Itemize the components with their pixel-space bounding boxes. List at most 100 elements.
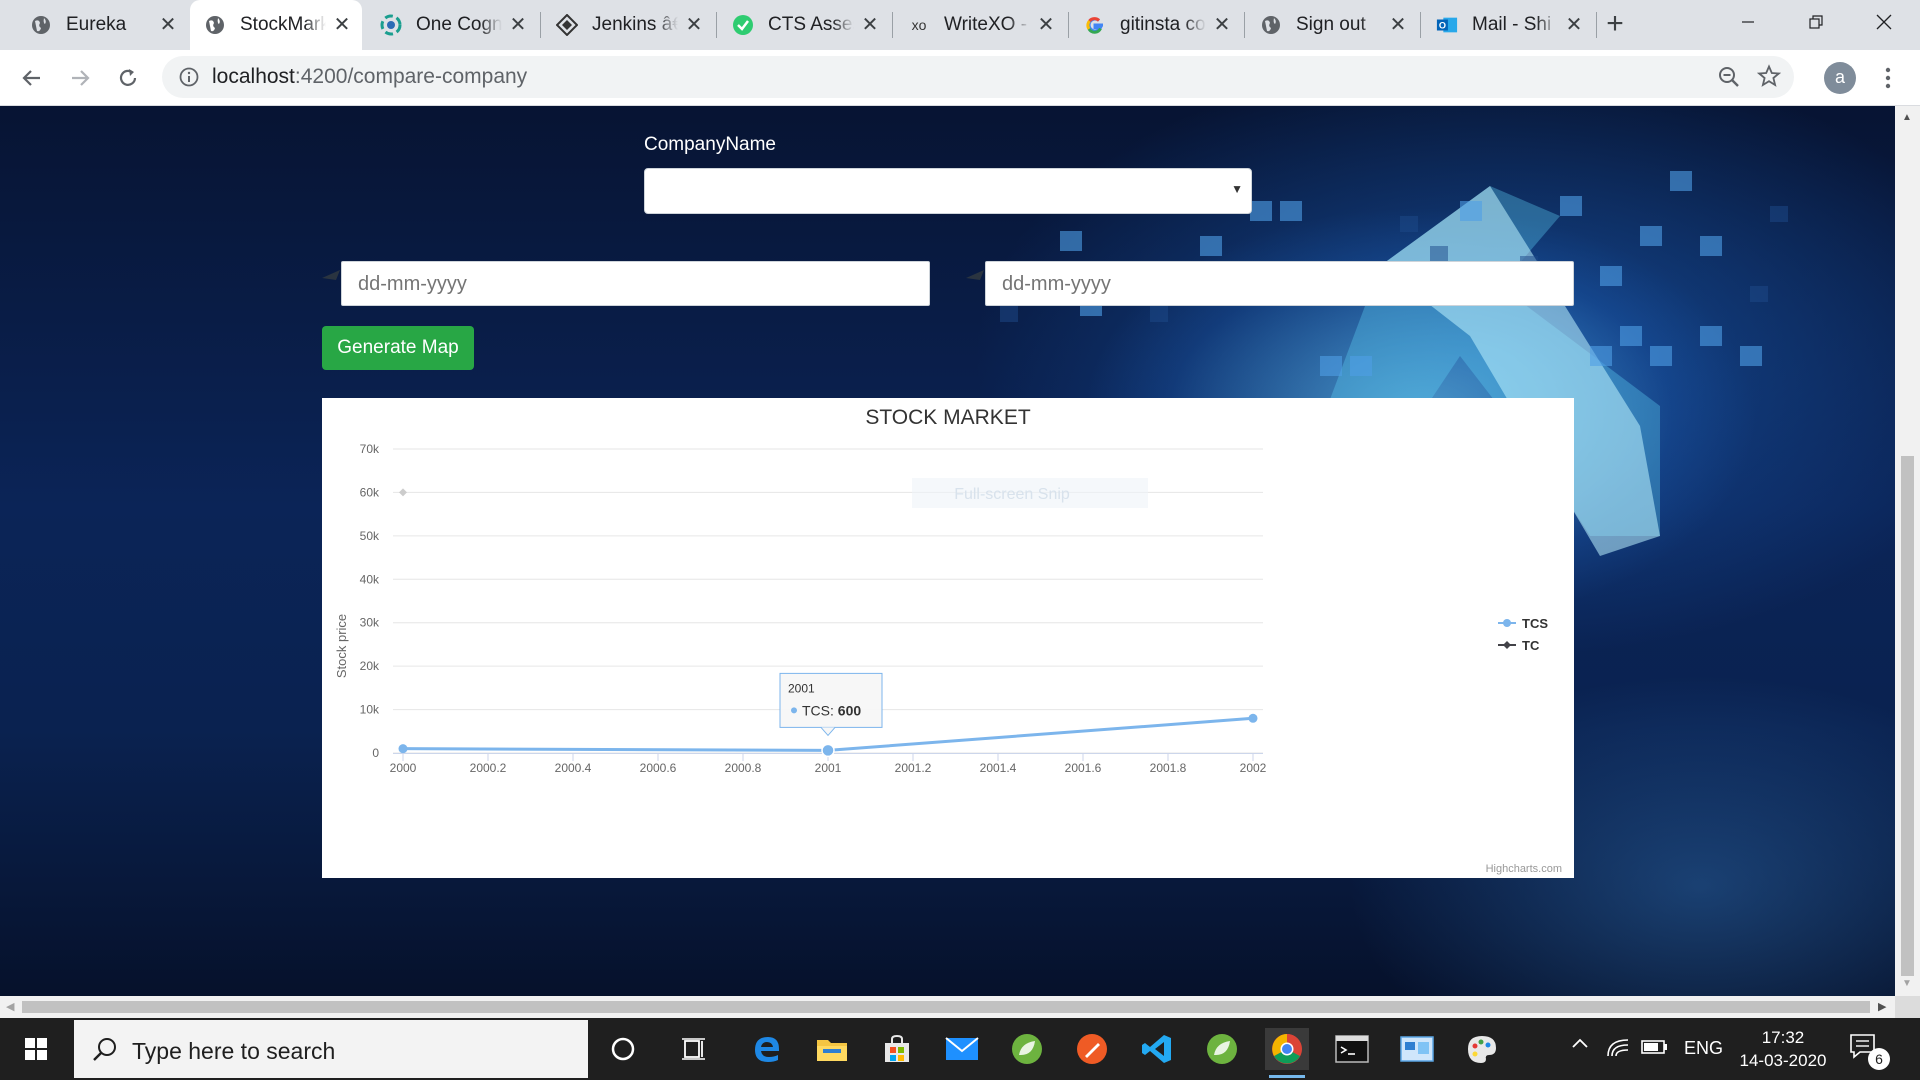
reload-button[interactable] <box>110 60 146 96</box>
tab-eureka[interactable]: Eureka ✕ <box>16 0 188 50</box>
calendar-icon <box>966 268 984 286</box>
menu-button[interactable] <box>1876 62 1900 94</box>
back-button[interactable] <box>14 60 50 96</box>
close-icon[interactable]: ✕ <box>1212 15 1232 35</box>
y-tick-label: 30k <box>360 616 380 630</box>
tooltip-series-value: TCS: 600 <box>802 702 861 718</box>
control-panel-button[interactable] <box>1395 1028 1439 1070</box>
tab-separator <box>1068 12 1069 38</box>
address-bar[interactable]: localhost:4200/compare-company <box>162 56 1794 98</box>
tab-sign-out[interactable]: Sign out ✕ <box>1246 0 1418 50</box>
active-indicator <box>1269 1075 1305 1078</box>
vertical-scrollbar[interactable]: ▲ ▼ <box>1895 106 1920 996</box>
close-icon[interactable]: ✕ <box>1564 15 1584 35</box>
minimize-button[interactable] <box>1718 0 1778 44</box>
close-icon[interactable]: ✕ <box>1388 15 1408 35</box>
search-icon <box>92 1036 118 1067</box>
tab-mail[interactable]: O Mail - Shi ✕ <box>1422 0 1594 50</box>
close-window-button[interactable] <box>1854 0 1914 44</box>
data-point-tc <box>399 488 407 497</box>
x-tick-label: 2000.8 <box>725 761 762 775</box>
generate-map-button[interactable]: Generate Map <box>322 326 474 370</box>
chrome-button[interactable] <box>1265 1028 1309 1078</box>
tab-title: Mail - Shi <box>1472 14 1552 35</box>
tab-jenkins[interactable]: Jenkins â€“ ✕ <box>542 0 714 50</box>
tab-separator <box>892 12 893 38</box>
scroll-left-icon[interactable]: ◀ <box>6 1000 14 1013</box>
store-button[interactable] <box>875 1028 919 1070</box>
action-center-button[interactable]: 6 <box>1848 1032 1892 1070</box>
scroll-up-icon[interactable]: ▲ <box>1902 112 1912 123</box>
close-icon[interactable]: ✕ <box>860 15 880 35</box>
star-icon[interactable] <box>1756 64 1782 93</box>
system-clock[interactable]: 17:32 14-03-2020 <box>1736 1026 1830 1072</box>
forward-button[interactable] <box>62 60 98 96</box>
vertical-scroll-thumb[interactable] <box>1901 456 1914 976</box>
postman-button[interactable] <box>1070 1028 1114 1070</box>
tab-separator <box>1420 12 1421 38</box>
browser-tab-strip: Eureka ✕ StockMarket ✕ One Cognizant ✕ J… <box>0 0 1920 50</box>
legend-marker <box>1503 641 1511 649</box>
chart-credits[interactable]: Highcharts.com <box>1486 863 1562 875</box>
x-tick-label: 2001.2 <box>895 761 932 775</box>
minimize-icon <box>1742 21 1754 23</box>
scroll-right-icon[interactable]: ▶ <box>1878 1000 1886 1013</box>
battery-icon[interactable] <box>1640 1036 1668 1063</box>
close-icon[interactable]: ✕ <box>158 15 178 35</box>
scroll-down-icon[interactable]: ▼ <box>1902 978 1912 989</box>
wifi-icon[interactable] <box>1606 1036 1630 1063</box>
spring-tool-button[interactable] <box>1005 1028 1049 1070</box>
cortana-icon <box>611 1037 635 1061</box>
page-content: CompanyName ▼ dd-mm-yyyy dd-mm-yyyy Gene… <box>0 106 1895 996</box>
close-icon[interactable]: ✕ <box>508 15 528 35</box>
edge-taskbar-button[interactable] <box>745 1028 789 1070</box>
horizontal-scrollbar[interactable]: ◀ ▶ <box>0 996 1895 1018</box>
close-icon[interactable]: ✕ <box>332 15 352 35</box>
terminal-icon <box>1335 1035 1369 1063</box>
horizontal-scroll-thumb[interactable] <box>22 1001 1870 1013</box>
data-point-tcs <box>398 744 408 754</box>
terminal-button[interactable] <box>1330 1028 1374 1070</box>
tray-expand-icon[interactable] <box>1570 1034 1590 1059</box>
tab-separator <box>540 12 541 38</box>
info-icon[interactable] <box>178 66 200 93</box>
task-view-button[interactable] <box>673 1028 717 1070</box>
chart-title: STOCK MARKET <box>865 406 1030 429</box>
taskbar-search[interactable]: Type here to search <box>74 1020 588 1078</box>
tab-one-cognizant[interactable]: One Cognizant ✕ <box>366 0 538 50</box>
tab-writexo[interactable]: xo WriteXO - ✕ <box>894 0 1066 50</box>
avatar[interactable]: a <box>1824 62 1856 94</box>
start-button[interactable] <box>0 1018 72 1080</box>
paint-button[interactable] <box>1460 1028 1504 1070</box>
to-date-input[interactable]: dd-mm-yyyy <box>985 261 1574 306</box>
cortana-button[interactable] <box>601 1028 645 1070</box>
x-tick-label: 2002 <box>1240 761 1267 775</box>
tab-title: StockMarket <box>240 14 326 35</box>
tab-cts-assessment[interactable]: CTS Assessment ✕ <box>718 0 890 50</box>
snip-watermark: Full-screen Snip <box>954 486 1070 503</box>
new-tab-button[interactable]: + <box>1600 9 1630 40</box>
tab-stockmarket[interactable]: StockMarket ✕ <box>190 0 362 50</box>
mail-button[interactable] <box>940 1028 984 1070</box>
outlook-icon: O <box>1436 14 1458 36</box>
tab-title: Eureka <box>66 14 127 35</box>
language-indicator[interactable]: ENG <box>1684 1038 1723 1059</box>
close-icon <box>1876 14 1892 30</box>
vscode-button[interactable] <box>1135 1028 1179 1070</box>
paint-palette-icon <box>1468 1036 1496 1063</box>
tab-gitinsta[interactable]: gitinsta com ✕ <box>1070 0 1242 50</box>
chrome-icon <box>1272 1034 1302 1064</box>
restore-button[interactable] <box>1786 0 1846 44</box>
spring-tool-button-2[interactable] <box>1200 1028 1244 1070</box>
close-icon[interactable]: ✕ <box>1036 15 1056 35</box>
y-tick-label: 10k <box>360 703 380 717</box>
close-icon[interactable]: ✕ <box>684 15 704 35</box>
url-text[interactable]: localhost:4200/compare-company <box>212 65 527 89</box>
from-date-input[interactable]: dd-mm-yyyy <box>341 261 930 306</box>
tab-title: gitinsta com <box>1120 14 1206 35</box>
x-tick-label: 2001.4 <box>980 761 1017 775</box>
legend-item-label: TCS <box>1522 616 1548 631</box>
file-explorer-button[interactable] <box>810 1028 854 1070</box>
zoom-icon[interactable] <box>1717 65 1741 94</box>
company-name-select[interactable]: ▼ <box>644 168 1252 214</box>
